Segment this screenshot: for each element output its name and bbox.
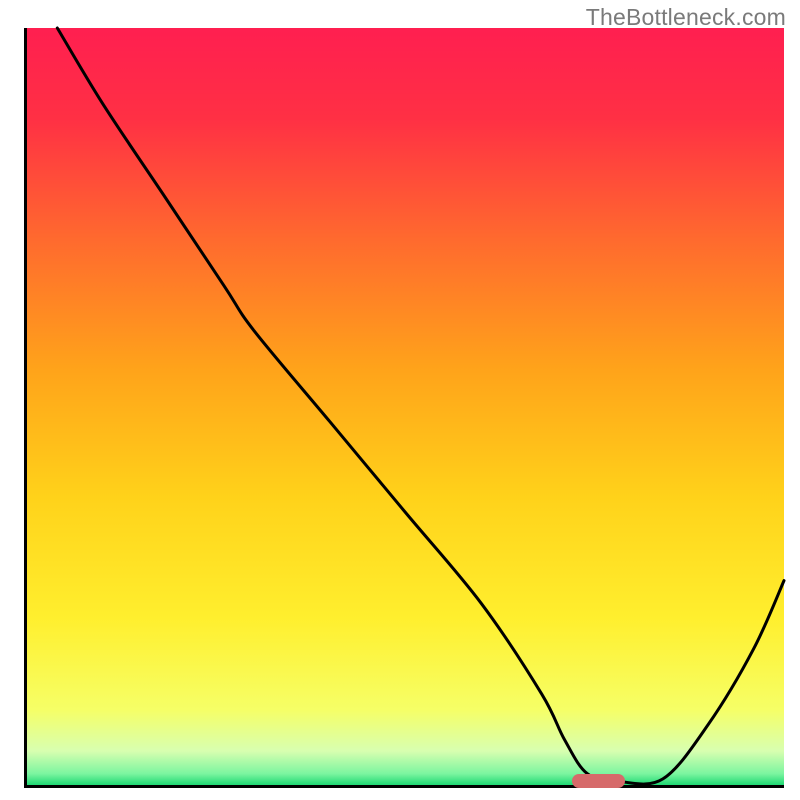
chart-stage: TheBottleneck.com <box>0 0 800 800</box>
minimum-marker <box>572 774 625 788</box>
watermark-text: TheBottleneck.com <box>586 4 786 31</box>
plot-area <box>24 28 784 788</box>
data-curve <box>27 28 784 785</box>
